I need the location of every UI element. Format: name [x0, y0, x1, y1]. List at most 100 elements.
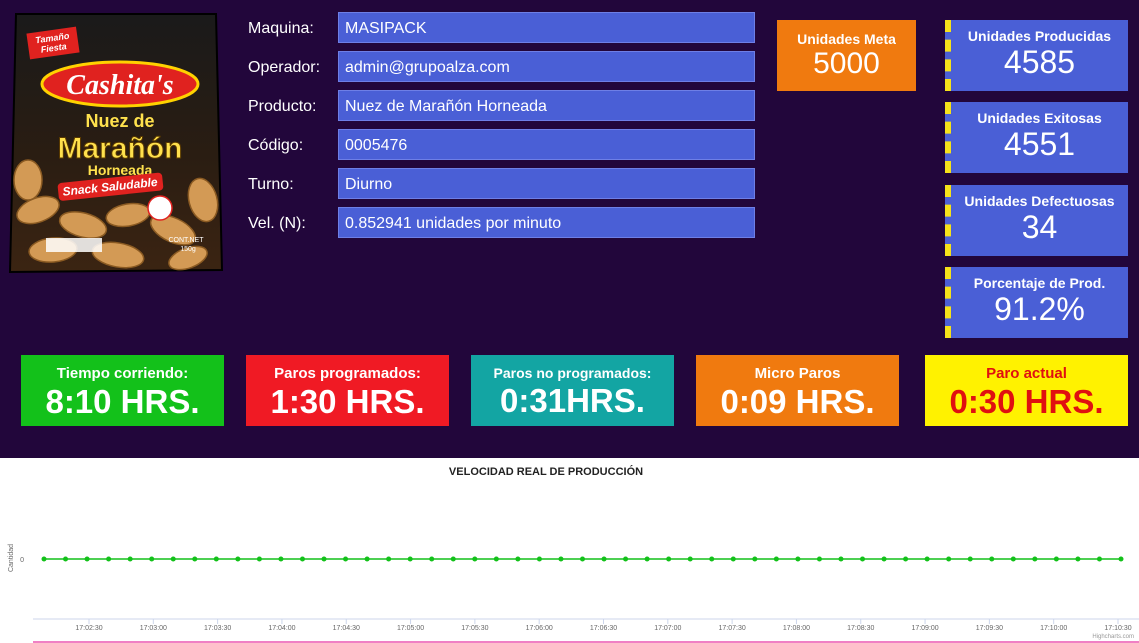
- micro-value: 0:09 HRS.: [720, 383, 875, 420]
- chart-data-point[interactable]: [558, 556, 564, 562]
- chart-data-point[interactable]: [321, 556, 327, 562]
- chart-data-point[interactable]: [903, 556, 909, 562]
- chart-data-point[interactable]: [472, 556, 478, 562]
- chart-data-point[interactable]: [1053, 556, 1059, 562]
- chart-data-point[interactable]: [170, 556, 176, 562]
- maquina-label: Maquina:: [248, 20, 314, 37]
- chart-data-point[interactable]: [687, 556, 693, 562]
- chart-data-point[interactable]: [256, 556, 262, 562]
- chart-data-point[interactable]: [106, 556, 112, 562]
- producidas-value: 4585: [1003, 44, 1076, 80]
- exitosas-value: 4551: [1003, 126, 1076, 162]
- chart-data-point[interactable]: [666, 556, 672, 562]
- unidades-producidas-card: Unidades Producidas 4585: [945, 20, 1128, 91]
- chart-x-tick-label: 17:10:30: [1104, 625, 1131, 632]
- noprog-value: 0:31HRS.: [500, 382, 645, 419]
- chart-data-point[interactable]: [644, 556, 650, 562]
- chart-data-point[interactable]: [1075, 556, 1081, 562]
- chart-x-tick-label: 17:06:30: [590, 625, 617, 632]
- chart-data-point[interactable]: [967, 556, 973, 562]
- chart-data-point[interactable]: [343, 556, 349, 562]
- chart-data-point[interactable]: [407, 556, 413, 562]
- chart-x-tick-label: 17:09:30: [976, 625, 1003, 632]
- chart-data-point[interactable]: [536, 556, 542, 562]
- defectuosas-title: Unidades Defectuosas: [964, 193, 1115, 209]
- chart-x-tick-label: 17:09:00: [911, 625, 938, 632]
- chart-data-point[interactable]: [149, 556, 155, 562]
- chart-data-point[interactable]: [235, 556, 241, 562]
- meta-value: 5000: [813, 47, 880, 80]
- operador-label: Operador:: [248, 59, 321, 76]
- chart-data-point[interactable]: [816, 556, 822, 562]
- chart-data-point[interactable]: [752, 556, 758, 562]
- meta-title: Unidades Meta: [797, 31, 896, 47]
- chart-data-point[interactable]: [63, 556, 69, 562]
- chart-y-tick-label: 0: [20, 557, 24, 564]
- chart-data-point[interactable]: [278, 556, 284, 562]
- chart-data-point[interactable]: [946, 556, 952, 562]
- chart-data-point[interactable]: [493, 556, 499, 562]
- velocidad-field: 0.852941 unidades por minuto: [338, 207, 755, 238]
- chart-x-tick-label: 17:03:00: [140, 625, 167, 632]
- chart-data-point[interactable]: [429, 556, 435, 562]
- codigo-field: 0005476: [338, 129, 755, 160]
- programados-title: Paros programados:: [274, 365, 421, 382]
- chart-data-point[interactable]: [838, 556, 844, 562]
- chart-data-point[interactable]: [795, 556, 801, 562]
- maquina-field: MASIPACK: [338, 12, 755, 43]
- chart-data-point[interactable]: [84, 556, 90, 562]
- codigo-label: Código:: [248, 137, 304, 154]
- corriendo-value: 8:10 HRS.: [45, 383, 200, 420]
- chart-data-point[interactable]: [881, 556, 887, 562]
- actual-value: 0:30 HRS.: [949, 383, 1104, 420]
- chart-x-tick-label: 17:10:00: [1040, 625, 1067, 632]
- paros-programados-card: Paros programados: 1:30 HRS.: [246, 355, 449, 426]
- chart-data-point[interactable]: [1010, 556, 1016, 562]
- chart-x-tick-label: 17:06:00: [526, 625, 553, 632]
- unidades-exitosas-card: Unidades Exitosas 4551: [945, 102, 1128, 173]
- programados-value: 1:30 HRS.: [270, 383, 425, 420]
- exitosas-title: Unidades Exitosas: [977, 110, 1102, 126]
- porcentaje-produccion-card: Porcentaje de Prod. 91.2%: [945, 267, 1128, 338]
- dashboard-panel: Tamaño Fiesta Cashita's Nuez de Marañón …: [0, 0, 1139, 458]
- svg-text:150g: 150g: [180, 246, 196, 253]
- chart-data-point[interactable]: [860, 556, 866, 562]
- tiempo-corriendo-card: Tiempo corriendo: 8:10 HRS.: [21, 355, 224, 426]
- chart-data-point[interactable]: [386, 556, 392, 562]
- chart-data-point[interactable]: [709, 556, 715, 562]
- chart-title: VELOCIDAD REAL DE PRODUCCIÓN: [449, 465, 643, 478]
- chart-x-tick-label: 17:07:30: [719, 625, 746, 632]
- actual-title: Paro actual: [986, 365, 1067, 382]
- chart-x-tick-label: 17:08:30: [847, 625, 874, 632]
- chart-data-point[interactable]: [41, 556, 47, 562]
- chart-data-point[interactable]: [601, 556, 607, 562]
- chart-credit: Highcharts.com: [1092, 634, 1134, 640]
- chart-x-tick-label: 17:04:30: [333, 625, 360, 632]
- chart-data-point[interactable]: [580, 556, 585, 562]
- chart-data-point[interactable]: [773, 556, 779, 562]
- chart-data-point[interactable]: [192, 556, 198, 562]
- chart-data-point[interactable]: [730, 556, 736, 562]
- svg-text:Marañón: Marañón: [57, 132, 182, 165]
- chart-data-point[interactable]: [515, 556, 521, 562]
- chart-data-point[interactable]: [213, 556, 219, 562]
- chart-data-point[interactable]: [1032, 556, 1038, 562]
- chart-data-point[interactable]: [450, 556, 456, 562]
- micro-title: Micro Paros: [754, 365, 841, 382]
- chart-data-point[interactable]: [1118, 556, 1124, 562]
- chart-x-tick-label: 17:02:30: [75, 625, 102, 632]
- svg-text:Nuez de: Nuez de: [85, 111, 154, 131]
- noprog-title: Paros no programados:: [493, 365, 652, 381]
- chart-data-point[interactable]: [299, 556, 305, 562]
- chart-data-point[interactable]: [127, 556, 133, 562]
- chart-data-point[interactable]: [364, 556, 370, 562]
- chart-y-axis-label: Cantidad: [8, 544, 15, 572]
- producidas-title: Unidades Producidas: [967, 28, 1112, 44]
- chart-data-point[interactable]: [924, 556, 930, 562]
- chart-data-point[interactable]: [989, 556, 995, 562]
- porcentaje-value: 91.2%: [994, 291, 1085, 327]
- micro-paros-card: Micro Paros 0:09 HRS.: [696, 355, 899, 426]
- svg-text:Cashita's: Cashita's: [66, 70, 173, 101]
- chart-data-point[interactable]: [1096, 556, 1102, 562]
- chart-data-point[interactable]: [623, 556, 629, 562]
